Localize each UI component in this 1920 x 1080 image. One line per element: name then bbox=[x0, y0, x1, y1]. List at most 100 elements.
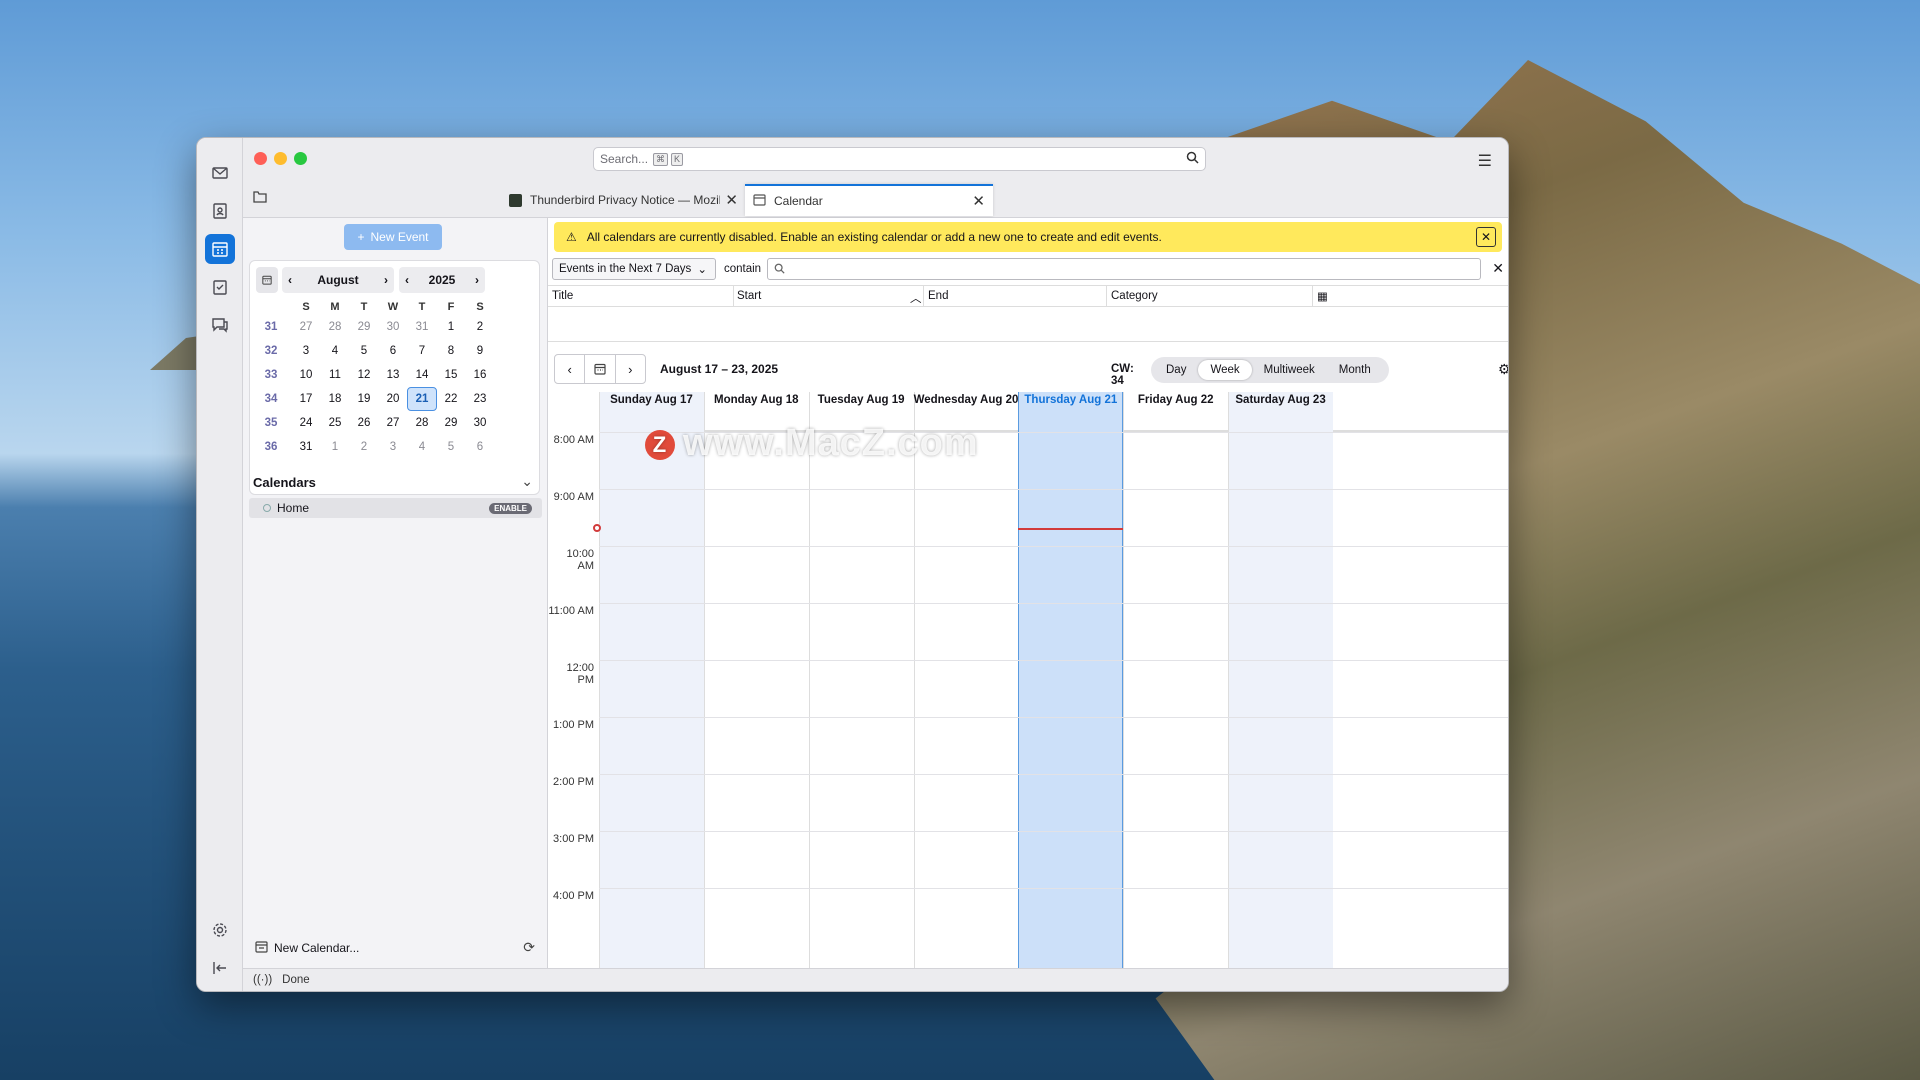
day-cell[interactable]: 27 bbox=[378, 411, 408, 435]
day-header[interactable]: Wednesday Aug 20 bbox=[914, 394, 1019, 408]
today-icon[interactable] bbox=[256, 267, 278, 293]
day-cell[interactable]: 5 bbox=[349, 339, 379, 363]
next-week-button[interactable]: › bbox=[616, 355, 645, 383]
day-cell[interactable]: 17 bbox=[291, 387, 321, 411]
enable-calendar-button[interactable]: ENABLE bbox=[489, 502, 532, 514]
folder-icon[interactable] bbox=[253, 190, 267, 206]
address-book-icon[interactable] bbox=[205, 196, 235, 226]
day-cell[interactable]: 4 bbox=[320, 339, 350, 363]
day-cell[interactable]: 26 bbox=[349, 411, 379, 435]
close-notice-button[interactable]: ✕ bbox=[1476, 227, 1496, 247]
column-end[interactable]: End bbox=[928, 290, 948, 302]
day-cell[interactable]: 21 bbox=[407, 387, 437, 411]
close-window-button[interactable] bbox=[254, 152, 267, 165]
event-filter-select[interactable]: Events in the Next 7 Days ⌄ bbox=[552, 258, 716, 280]
day-column[interactable] bbox=[599, 392, 704, 970]
day-cell[interactable]: 8 bbox=[436, 339, 466, 363]
day-cell[interactable]: 9 bbox=[465, 339, 495, 363]
close-filter-icon[interactable]: ✕ bbox=[1492, 260, 1504, 277]
tab-privacy-notice[interactable]: Thunderbird Privacy Notice — Mozil ✕ bbox=[501, 184, 746, 216]
close-tab-icon[interactable]: ✕ bbox=[725, 191, 738, 209]
week-number[interactable]: 34 bbox=[256, 387, 286, 411]
day-cell[interactable]: 11 bbox=[320, 363, 350, 387]
column-start[interactable]: Start bbox=[737, 290, 761, 302]
week-number[interactable]: 36 bbox=[256, 435, 286, 459]
prev-month-button[interactable]: ‹ bbox=[288, 273, 292, 287]
tab-calendar[interactable]: Calendar ✕ bbox=[745, 184, 993, 216]
chevron-down-icon[interactable]: ⌄ bbox=[521, 473, 533, 490]
zoom-window-button[interactable] bbox=[294, 152, 307, 165]
day-cell[interactable]: 29 bbox=[349, 315, 379, 339]
day-cell[interactable]: 28 bbox=[320, 315, 350, 339]
previous-week-button[interactable]: ‹ bbox=[555, 355, 586, 383]
day-cell[interactable]: 14 bbox=[407, 363, 437, 387]
day-cell[interactable]: 20 bbox=[378, 387, 408, 411]
close-tab-icon[interactable]: ✕ bbox=[972, 192, 985, 210]
day-cell[interactable]: 31 bbox=[407, 315, 437, 339]
day-cell[interactable]: 24 bbox=[291, 411, 321, 435]
tasks-space-icon[interactable] bbox=[205, 272, 235, 302]
day-cell[interactable]: 2 bbox=[465, 315, 495, 339]
day-cell[interactable]: 22 bbox=[436, 387, 466, 411]
day-header[interactable]: Thursday Aug 21 bbox=[1018, 394, 1123, 408]
new-calendar-button[interactable]: New Calendar... bbox=[255, 940, 359, 956]
day-cell[interactable]: 6 bbox=[465, 435, 495, 459]
prev-year-button[interactable]: ‹ bbox=[405, 273, 409, 287]
day-header[interactable]: Monday Aug 18 bbox=[704, 394, 809, 408]
day-cell[interactable]: 19 bbox=[349, 387, 379, 411]
day-cell[interactable]: 7 bbox=[407, 339, 437, 363]
column-picker-icon[interactable]: ▦ bbox=[1317, 289, 1328, 303]
day-cell[interactable]: 1 bbox=[320, 435, 350, 459]
day-cell[interactable]: 23 bbox=[465, 387, 495, 411]
minimize-window-button[interactable] bbox=[274, 152, 287, 165]
day-cell[interactable]: 5 bbox=[436, 435, 466, 459]
week-number[interactable]: 31 bbox=[256, 315, 286, 339]
day-header[interactable]: Saturday Aug 23 bbox=[1228, 394, 1333, 408]
day-cell[interactable]: 15 bbox=[436, 363, 466, 387]
day-cell[interactable]: 28 bbox=[407, 411, 437, 435]
next-year-button[interactable]: › bbox=[475, 273, 479, 287]
calendar-item-home[interactable]: Home ENABLE bbox=[249, 498, 542, 518]
column-category[interactable]: Category bbox=[1111, 290, 1158, 302]
view-month-button[interactable]: Month bbox=[1327, 360, 1383, 380]
day-cell[interactable]: 31 bbox=[291, 435, 321, 459]
settings-gear-icon[interactable] bbox=[205, 915, 235, 945]
day-cell[interactable]: 6 bbox=[378, 339, 408, 363]
app-menu-icon[interactable]: ☰ bbox=[1478, 151, 1492, 171]
day-header[interactable]: Sunday Aug 17 bbox=[599, 394, 704, 408]
global-search-input[interactable]: Search... ⌘ K bbox=[593, 147, 1206, 171]
event-search-input[interactable] bbox=[767, 258, 1481, 280]
new-event-button[interactable]: + New Event bbox=[344, 224, 442, 250]
day-cell[interactable]: 4 bbox=[407, 435, 437, 459]
day-column[interactable] bbox=[1228, 392, 1333, 970]
day-column[interactable] bbox=[808, 392, 914, 970]
day-cell[interactable]: 13 bbox=[378, 363, 408, 387]
day-cell[interactable]: 2 bbox=[349, 435, 379, 459]
day-cell[interactable]: 29 bbox=[436, 411, 466, 435]
collapse-spaces-icon[interactable] bbox=[205, 953, 235, 983]
day-cell[interactable]: 12 bbox=[349, 363, 379, 387]
day-column[interactable] bbox=[913, 392, 1019, 970]
day-cell[interactable]: 30 bbox=[378, 315, 408, 339]
day-cell[interactable]: 27 bbox=[291, 315, 321, 339]
week-number[interactable]: 35 bbox=[256, 411, 286, 435]
week-number[interactable]: 33 bbox=[256, 363, 286, 387]
day-header[interactable]: Friday Aug 22 bbox=[1123, 394, 1228, 408]
day-cell[interactable]: 3 bbox=[378, 435, 408, 459]
day-column[interactable] bbox=[1123, 392, 1228, 970]
column-title[interactable]: Title bbox=[552, 290, 573, 302]
day-cell[interactable]: 10 bbox=[291, 363, 321, 387]
view-multiweek-button[interactable]: Multiweek bbox=[1252, 360, 1327, 380]
day-header[interactable]: Tuesday Aug 19 bbox=[809, 394, 914, 408]
today-button[interactable] bbox=[585, 355, 616, 383]
sync-icon[interactable]: ⟳ bbox=[523, 939, 535, 956]
chat-space-icon[interactable] bbox=[205, 310, 235, 340]
day-column[interactable] bbox=[1018, 392, 1124, 970]
view-settings-icon[interactable]: ⚙ bbox=[1498, 361, 1508, 378]
day-column[interactable] bbox=[703, 392, 809, 970]
day-cell[interactable]: 3 bbox=[291, 339, 321, 363]
next-month-button[interactable]: › bbox=[384, 273, 388, 287]
view-day-button[interactable]: Day bbox=[1154, 360, 1198, 380]
view-week-button[interactable]: Week bbox=[1198, 360, 1252, 380]
mail-space-icon[interactable] bbox=[205, 158, 235, 188]
